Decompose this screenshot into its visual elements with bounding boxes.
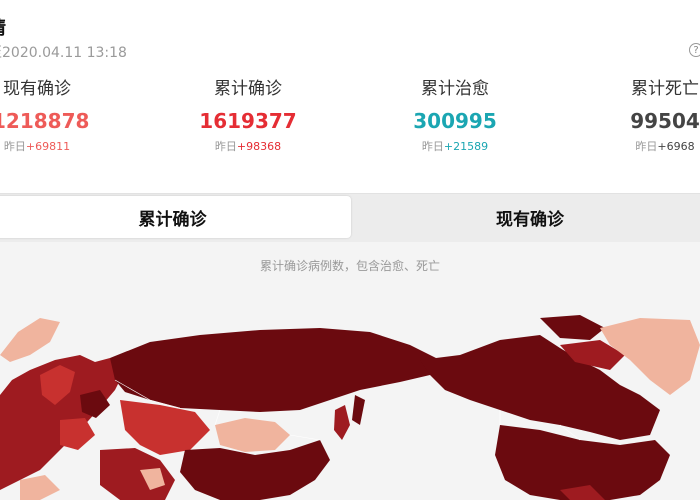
help-icon[interactable]: ? bbox=[689, 43, 700, 57]
world-map[interactable] bbox=[0, 300, 700, 500]
stat-delta: 昨日+21589 bbox=[421, 140, 489, 153]
stat-value: 1619377 bbox=[199, 109, 297, 133]
stat-current-confirmed: 现有确诊 1218878 昨日+69811 bbox=[0, 78, 90, 155]
stat-total-confirmed: 累计确诊 1619377 昨日+98368 bbox=[198, 78, 298, 155]
stat-delta: 昨日+6968 bbox=[635, 140, 695, 153]
stat-label: 累计确诊 bbox=[214, 79, 282, 99]
map-region bbox=[0, 318, 60, 362]
map-region bbox=[60, 418, 95, 450]
map-region bbox=[540, 315, 605, 340]
map-region bbox=[20, 475, 60, 500]
tab-total-confirmed[interactable]: 累计确诊 bbox=[0, 196, 351, 238]
map-region bbox=[334, 405, 350, 440]
stat-value: 99504 bbox=[630, 109, 700, 133]
page-title: 情 bbox=[0, 14, 6, 40]
map-caption: 累计确诊病例数，包含治愈、死亡 bbox=[259, 259, 440, 273]
stat-label: 累计治愈 bbox=[421, 79, 489, 99]
stat-total-deaths: 累计死亡 99504 昨日+6968 bbox=[620, 78, 700, 155]
stat-total-cured: 累计治愈 300995 昨日+21589 bbox=[405, 78, 505, 155]
stat-delta: 昨日+98368 bbox=[214, 140, 282, 153]
map-region bbox=[110, 328, 440, 412]
update-time: 至2020.04.11 13:18 bbox=[0, 45, 127, 61]
stat-delta: 昨日+69811 bbox=[3, 140, 71, 153]
stat-label: 累计死亡 bbox=[631, 79, 699, 99]
stat-label: 现有确诊 bbox=[3, 79, 71, 99]
map-region bbox=[100, 448, 175, 500]
tabs-bar: 累计确诊 现有确诊 bbox=[0, 193, 700, 243]
stat-value: 300995 bbox=[413, 109, 497, 133]
stat-value: 1218878 bbox=[0, 109, 90, 133]
map-region bbox=[352, 395, 365, 425]
map-region bbox=[215, 418, 290, 452]
tab-current-confirmed[interactable]: 现有确诊 bbox=[360, 196, 700, 238]
